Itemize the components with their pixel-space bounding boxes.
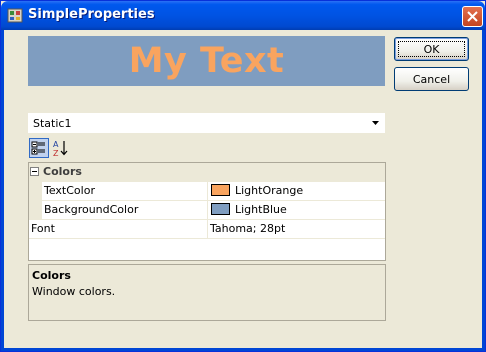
description-panel: Colors Window colors. (28, 264, 386, 321)
column-splitter[interactable] (207, 201, 208, 219)
description-text: Window colors. (32, 285, 116, 298)
property-name: BackgroundColor (44, 203, 139, 216)
preview-text: My Text (128, 41, 285, 81)
property-row-font[interactable]: Font Tahoma; 28pt (29, 220, 385, 239)
text-preview: My Text (28, 36, 385, 86)
property-value[interactable]: Tahoma; 28pt (210, 222, 285, 235)
dropdown-arrow-icon[interactable] (367, 115, 383, 131)
window-title: SimpleProperties (28, 7, 155, 22)
property-name: Font (31, 222, 55, 235)
property-grid: Colors TextColor LightOrange BackgroundC… (28, 162, 386, 261)
description-title: Colors (32, 269, 71, 282)
dialog-window: SimpleProperties My Text OK Cancel Stati… (0, 0, 486, 352)
category-row-colors[interactable]: Colors (29, 163, 385, 182)
row-gutter (29, 201, 42, 220)
alphabetical-sort-icon: A Z (53, 140, 68, 158)
category-label: Colors (43, 165, 82, 178)
window-border-right (482, 30, 485, 351)
svg-text:Z: Z (53, 149, 59, 158)
property-value[interactable]: LightOrange (235, 184, 303, 197)
window-border-left (1, 30, 4, 351)
focus-rectangle (398, 41, 465, 57)
categorized-view-button[interactable] (29, 138, 49, 158)
color-swatch (211, 203, 230, 215)
cancel-button-label: Cancel (412, 72, 451, 86)
object-selector-value: Static1 (33, 117, 72, 130)
app-icon (7, 8, 23, 23)
cancel-button[interactable]: Cancel (394, 67, 469, 91)
color-swatch (211, 184, 230, 196)
object-selector-dropdown[interactable]: Static1 (28, 113, 385, 133)
svg-text:A: A (53, 140, 59, 149)
ok-button[interactable]: OK (394, 37, 469, 61)
row-gutter (29, 182, 42, 201)
property-name: TextColor (44, 184, 95, 197)
column-splitter[interactable] (207, 220, 208, 238)
property-value[interactable]: LightBlue (235, 203, 287, 216)
alphabetical-view-button[interactable]: A Z (51, 138, 71, 158)
window-border-bottom (1, 348, 485, 351)
close-button[interactable] (462, 6, 483, 27)
column-splitter[interactable] (207, 182, 208, 200)
title-bar[interactable]: SimpleProperties (1, 1, 485, 30)
close-icon (467, 11, 478, 22)
property-row-backgroundcolor[interactable]: BackgroundColor LightBlue (29, 201, 385, 220)
categorized-icon (31, 141, 45, 155)
collapse-icon[interactable] (30, 167, 39, 176)
property-row-textcolor[interactable]: TextColor LightOrange (29, 182, 385, 201)
